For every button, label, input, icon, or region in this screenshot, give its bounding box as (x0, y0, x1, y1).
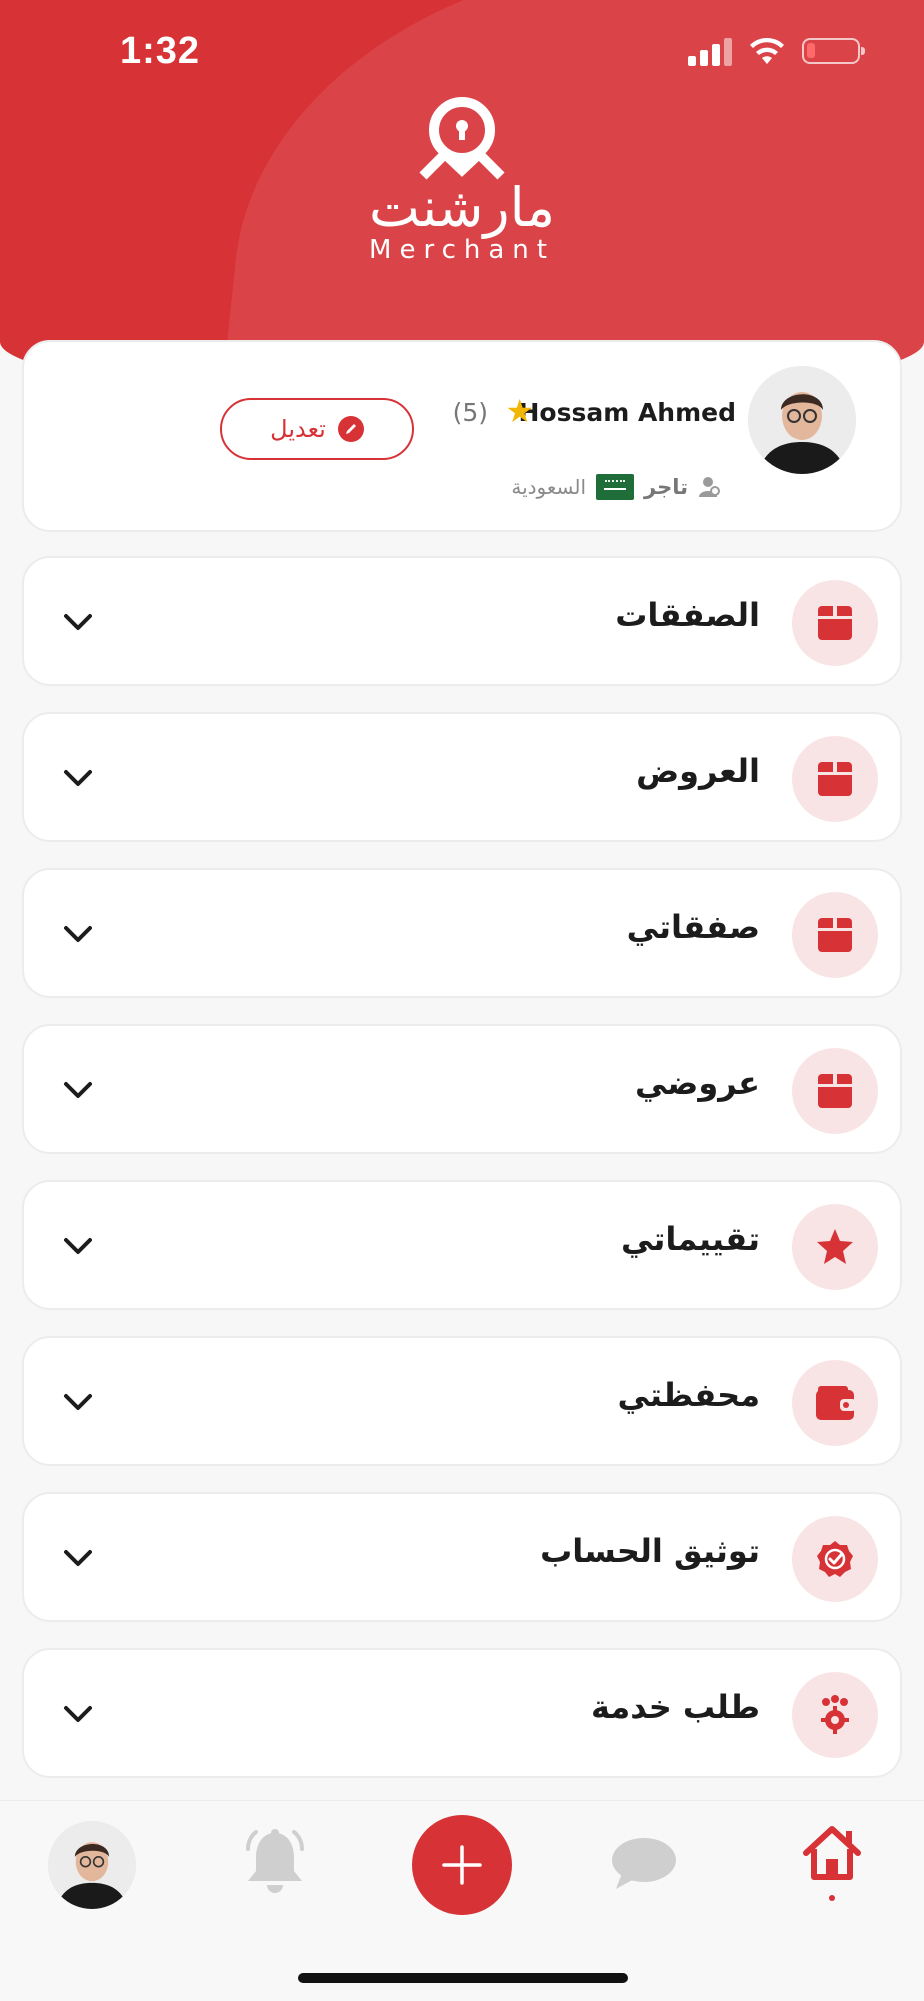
brand-name-ar: مارشنت (368, 176, 556, 239)
profile-role: تاجر (644, 475, 688, 499)
saudi-flag-icon (596, 474, 635, 500)
menu-item-service-request[interactable]: طلب خدمة (22, 1648, 902, 1778)
menu-item-label: توثيق الحساب (540, 1532, 760, 1570)
menu-item-my-offers[interactable]: عروضي (22, 1024, 902, 1154)
box-icon (792, 580, 878, 666)
menu-item-label: صفقاتي (626, 908, 760, 946)
home-indicator (298, 1973, 628, 1983)
chat-bubble-icon[interactable] (610, 1835, 678, 1893)
wallet-icon (792, 1360, 878, 1446)
chevron-down-icon[interactable] (58, 602, 98, 642)
star-icon (792, 1204, 878, 1290)
plus-icon (442, 1845, 482, 1885)
profile-card: Hossam Ahmed ★ (5) تاجر السعودية تعديل (22, 340, 902, 532)
profile-country: السعودية (511, 475, 587, 499)
menu-item-label: محفظتي (617, 1376, 760, 1414)
signal-icon (688, 36, 732, 66)
pencil-icon (337, 416, 364, 442)
brand-logo: مارشنت Merchant (0, 96, 924, 265)
chevron-down-icon[interactable] (58, 1538, 98, 1578)
menu-item-label: العروض (636, 752, 760, 790)
chevron-down-icon[interactable] (58, 1070, 98, 1110)
menu-item-label: الصفقات (615, 596, 760, 634)
menu-item-offers[interactable]: العروض (22, 712, 902, 842)
brand-name-en: Merchant (369, 235, 555, 266)
menu-item-account-verification[interactable]: توثيق الحساب (22, 1492, 902, 1622)
menu-item-my-ratings[interactable]: تقييماتي (22, 1180, 902, 1310)
chevron-down-icon[interactable] (58, 914, 98, 954)
service-gear-icon (792, 1672, 878, 1758)
wifi-icon (750, 37, 784, 64)
menu-item-deals[interactable]: الصفقات (22, 556, 902, 686)
battery-icon (802, 38, 865, 64)
box-icon (792, 736, 878, 822)
box-icon (792, 1048, 878, 1134)
menu-item-label: طلب خدمة (591, 1688, 760, 1726)
add-button[interactable] (412, 1815, 512, 1915)
status-time: 1:32 (120, 30, 201, 72)
star-icon: ★ (505, 392, 534, 430)
bell-icon[interactable] (242, 1827, 308, 1897)
edit-label: تعديل (270, 415, 326, 443)
menu-item-my-deals[interactable]: صفقاتي (22, 868, 902, 998)
avatar[interactable] (748, 366, 856, 474)
active-indicator (829, 1895, 835, 1901)
profile-name: Hossam Ahmed (518, 398, 736, 427)
logo-mark-icon (419, 97, 505, 180)
chevron-down-icon[interactable] (58, 1694, 98, 1734)
status-icons (688, 36, 865, 66)
chevron-down-icon[interactable] (58, 1226, 98, 1266)
menu-item-my-wallet[interactable]: محفظتي (22, 1336, 902, 1466)
rating-count: (5) (452, 398, 488, 427)
menu-item-label: عروضي (635, 1064, 760, 1102)
box-icon (792, 892, 878, 978)
edit-profile-button[interactable]: تعديل (220, 398, 414, 460)
menu-item-label: تقييماتي (620, 1220, 760, 1258)
bottom-nav (0, 1800, 924, 2001)
user-badge-icon (699, 477, 720, 497)
verified-badge-icon (792, 1516, 878, 1602)
chevron-down-icon[interactable] (58, 1382, 98, 1422)
home-icon[interactable] (800, 1823, 864, 1883)
nav-profile-avatar[interactable] (48, 1821, 136, 1909)
profile-meta: تاجر السعودية (511, 474, 720, 500)
chevron-down-icon[interactable] (58, 758, 98, 798)
